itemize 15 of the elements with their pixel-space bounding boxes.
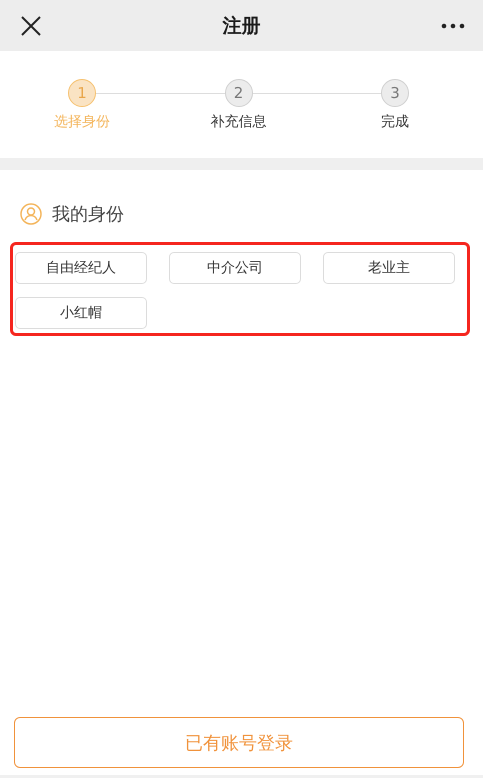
step-label: 补充信息 (210, 113, 266, 131)
identity-option[interactable]: 中介公司 (169, 252, 301, 284)
step-number: 3 (381, 79, 409, 107)
user-icon (20, 203, 42, 225)
section-title: 我的身份 (52, 203, 124, 226)
more-icon[interactable] (441, 22, 465, 28)
step-number: 2 (224, 79, 252, 107)
step-label: 完成 (381, 113, 409, 131)
step-number: 1 (68, 79, 96, 107)
identity-option[interactable]: 老业主 (323, 252, 455, 284)
close-icon[interactable] (20, 14, 42, 36)
identity-option[interactable]: 小红帽 (15, 297, 147, 329)
step-label: 选择身份 (54, 113, 110, 131)
page-title: 注册 (222, 14, 260, 38)
identity-option[interactable]: 自由经纪人 (15, 252, 147, 284)
